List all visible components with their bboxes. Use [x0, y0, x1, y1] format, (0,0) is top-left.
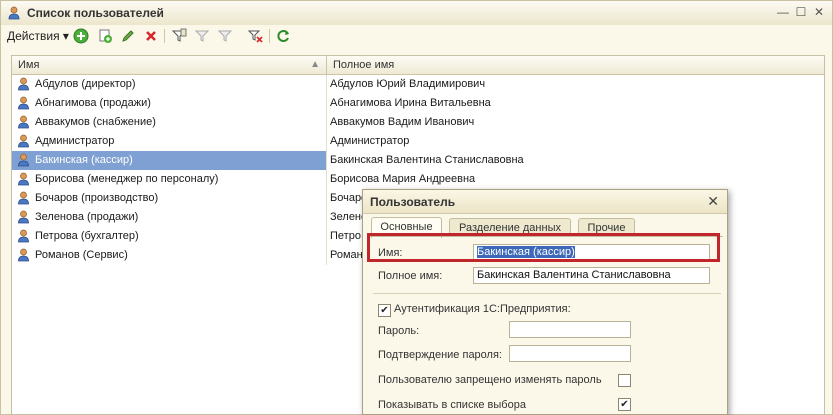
table-row[interactable]: Борисова (менеджер по персоналу) Борисова…	[12, 170, 824, 189]
user-icon	[17, 248, 30, 269]
name-cell[interactable]: Абнагимова (продажи)	[12, 94, 327, 113]
table-row[interactable]: Бакинская (кассир) Бакинская Валентина Ст…	[12, 151, 824, 170]
refresh-icon[interactable]	[276, 28, 292, 44]
user-name: Петрова (бухгалтер)	[35, 230, 139, 242]
minimize-icon[interactable]: —	[776, 5, 790, 19]
user-name: Бочаров (производство)	[35, 192, 159, 204]
name-cell[interactable]: Аввакумов (снабжение)	[12, 113, 327, 132]
auth-checkbox[interactable]: ✔	[378, 304, 391, 317]
window-title: Список пользователей	[27, 6, 164, 20]
name-cell[interactable]: Бочаров (производство)	[12, 189, 327, 208]
filter-current-icon	[194, 28, 210, 44]
fullname-cell[interactable]: Абдулов Юрий Владимирович	[327, 75, 824, 94]
name-cell[interactable]: Бакинская (кассир)	[12, 151, 327, 170]
user-name: Абдулов (директор)	[35, 78, 136, 90]
show-in-list-checkbox[interactable]: ✔	[618, 398, 631, 411]
sort-icon: ▲	[310, 59, 320, 70]
user-name: Зеленова (продажи)	[35, 211, 139, 223]
name-cell[interactable]: Зеленова (продажи)	[12, 208, 327, 227]
fullname-input[interactable]: Бакинская Валентина Станиславовна	[473, 267, 710, 284]
add-icon[interactable]	[73, 28, 89, 44]
user-name: Администратор	[35, 135, 115, 147]
name-cell[interactable]: Петрова (бухгалтер)	[12, 227, 327, 246]
password-confirm-input[interactable]	[509, 345, 631, 362]
table-row[interactable]: Аввакумов (снабжение) Аввакумов Вадим Ива…	[12, 113, 824, 132]
table-row[interactable]: Абдулов (директор) Абдулов Юрий Владимиро…	[12, 75, 824, 94]
show-in-list-label: Показывать в списке выбора	[378, 399, 526, 411]
fullname-cell[interactable]: Аввакумов Вадим Иванович	[327, 113, 824, 132]
table-row[interactable]: Администратор Администратор	[12, 132, 824, 151]
user-name: Абнагимова (продажи)	[35, 97, 151, 109]
dialog-title: Пользователь	[370, 195, 456, 209]
password-label: Пароль:	[378, 325, 420, 337]
close-icon[interactable]: ✕	[707, 193, 719, 210]
password-confirm-label: Подтверждение пароля:	[378, 349, 502, 361]
user-name: Аввакумов (снабжение)	[35, 116, 156, 128]
actions-menu-button[interactable]: Действия ▾	[7, 29, 69, 43]
dialog-titlebar: Пользователь ✕	[363, 190, 727, 214]
fullname-cell[interactable]: Бакинская Валентина Станиславовна	[327, 151, 824, 170]
name-cell[interactable]: Романов (Сервис)	[12, 246, 327, 265]
column-header-name[interactable]: Имя ▲	[12, 56, 327, 75]
copy-icon[interactable]	[97, 28, 113, 44]
clear-filter-icon[interactable]	[247, 28, 263, 44]
fullname-cell[interactable]: Абнагимова Ирина Витальевна	[327, 94, 824, 113]
forbid-change-password-label: Пользователю запрещено изменять пароль	[378, 374, 602, 386]
user-dialog: Пользователь ✕ Основные Разделение данны…	[362, 189, 728, 415]
filter-history-icon	[217, 28, 233, 44]
forbid-change-password-checkbox[interactable]	[618, 374, 631, 387]
column-header-fullname[interactable]: Полное имя	[327, 56, 824, 75]
name-cell[interactable]: Абдулов (директор)	[12, 75, 327, 94]
name-cell[interactable]: Борисова (менеджер по персоналу)	[12, 170, 327, 189]
user-name: Борисова (менеджер по персоналу)	[35, 173, 219, 185]
user-icon	[7, 6, 21, 23]
user-name: Романов (Сервис)	[35, 249, 128, 261]
fullname-cell[interactable]: Администратор	[327, 132, 824, 151]
window-titlebar: Список пользователей — ☐ ✕	[1, 1, 832, 26]
fullname-label: Полное имя:	[378, 270, 443, 282]
edit-icon[interactable]	[120, 28, 136, 44]
name-cell[interactable]: Администратор	[12, 132, 327, 151]
user-name: Бакинская (кассир)	[35, 154, 133, 166]
auth-label: Аутентификация 1С:Предприятия:	[394, 303, 571, 315]
filter-icon[interactable]	[171, 28, 187, 44]
close-icon[interactable]: ✕	[812, 5, 826, 19]
toolbar: Действия ▾	[1, 25, 832, 47]
highlight-frame	[367, 233, 720, 262]
maximize-icon[interactable]: ☐	[794, 5, 808, 19]
fullname-cell[interactable]: Борисова Мария Андреевна	[327, 170, 824, 189]
delete-icon[interactable]	[143, 28, 159, 44]
password-input[interactable]	[509, 321, 631, 338]
table-row[interactable]: Абнагимова (продажи) Абнагимова Ирина Вит…	[12, 94, 824, 113]
